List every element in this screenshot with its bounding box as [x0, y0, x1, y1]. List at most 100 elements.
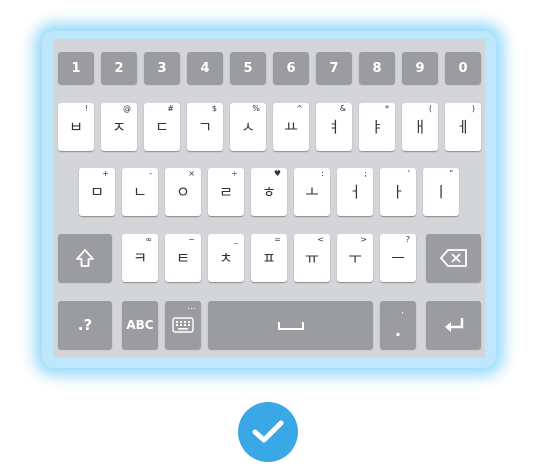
key-a[interactable]: ' ㅏ: [380, 168, 416, 216]
key-digeut[interactable]: # ㄷ: [144, 103, 180, 151]
key-sub-label: ?: [405, 235, 410, 244]
key-label: ㅎ: [262, 182, 276, 201]
key-rieul[interactable]: ÷ ㄹ: [208, 168, 244, 216]
key-sub-label: =: [274, 235, 281, 244]
key-label: 2: [114, 60, 124, 76]
key-sub-label: $: [211, 104, 217, 113]
key-label: 7: [329, 60, 339, 76]
key-sub-label: _: [234, 235, 238, 244]
enter-key[interactable]: [426, 301, 481, 349]
key-yu[interactable]: < ㅠ: [294, 234, 330, 282]
key-number-7[interactable]: 7: [316, 52, 352, 84]
key-kieuk[interactable]: ∞ ㅋ: [122, 234, 158, 282]
key-yo[interactable]: ^ ㅛ: [273, 103, 309, 151]
key-label: 1: [71, 60, 81, 76]
space-key[interactable]: [208, 301, 373, 349]
key-label: ㅇ: [176, 182, 190, 201]
key-sub-label: ...: [187, 302, 196, 312]
key-label: ㅋ: [133, 248, 147, 267]
key-chieut[interactable]: _ ㅊ: [208, 234, 244, 282]
key-pieup[interactable]: = ㅍ: [251, 234, 287, 282]
key-number-5[interactable]: 5: [230, 52, 266, 84]
key-label: 9: [415, 60, 425, 76]
key-number-8[interactable]: 8: [359, 52, 395, 84]
key-label: ㅂ: [69, 117, 83, 136]
key-sub-label: -: [149, 169, 152, 178]
key-i[interactable]: " ㅣ: [423, 168, 459, 216]
key-tieut[interactable]: ~ ㅌ: [165, 234, 201, 282]
key-e[interactable]: ) ㅔ: [445, 103, 481, 151]
enter-icon: [442, 316, 466, 334]
key-label: ㅑ: [370, 117, 384, 136]
key-label: ㅓ: [348, 182, 362, 201]
key-sub-label: ;: [364, 169, 367, 178]
key-ya[interactable]: * ㅑ: [359, 103, 395, 151]
key-number-0[interactable]: 0: [445, 52, 481, 84]
key-sub-label: !: [84, 104, 88, 113]
key-number-9[interactable]: 9: [402, 52, 438, 84]
key-label: 6: [286, 60, 296, 76]
key-sub-label: ): [471, 104, 475, 113]
key-bieup[interactable]: ! ㅂ: [58, 103, 94, 151]
key-mieum[interactable]: + ㅁ: [79, 168, 115, 216]
backspace-key[interactable]: [426, 234, 481, 282]
key-eu[interactable]: ? ㅡ: [380, 234, 416, 282]
key-label: ㅠ: [305, 248, 319, 267]
key-label: ㅔ: [456, 117, 470, 136]
key-sub-label: ×: [188, 169, 195, 178]
key-u[interactable]: > ㅜ: [337, 234, 373, 282]
key-label: 3: [157, 60, 167, 76]
key-label: ㅣ: [434, 182, 448, 201]
key-o[interactable]: :ㅗ: [294, 168, 330, 216]
key-sub-label: ÷: [231, 169, 238, 178]
key-eo[interactable]: ; ㅓ: [337, 168, 373, 216]
shift-icon: [74, 247, 96, 269]
key-label: ㄱ: [198, 117, 212, 136]
key-label: ㅏ: [391, 182, 405, 201]
key-number-6[interactable]: 6: [273, 52, 309, 84]
key-sub-label: ♥: [273, 169, 281, 178]
key-sub-label: &: [339, 104, 346, 113]
key-label: ㅈ: [112, 117, 126, 136]
key-sub-label: ~: [188, 235, 195, 244]
key-sub-label: *: [385, 104, 389, 113]
key-sub-label: <: [317, 235, 324, 244]
key-sub-label: (: [428, 104, 432, 113]
key-siot[interactable]: % ㅅ: [230, 103, 266, 151]
keyboard-settings-key[interactable]: ...: [165, 301, 201, 349]
key-sub-label: >: [360, 235, 367, 244]
key-label: .?: [77, 316, 93, 334]
key-label: ㅛ: [284, 117, 298, 136]
key-jieut[interactable]: @ ㅈ: [101, 103, 137, 151]
abc-key[interactable]: ABC: [122, 301, 158, 349]
key-label: ㅐ: [413, 117, 427, 136]
backspace-icon: [439, 248, 469, 268]
key-nieun[interactable]: -ㄴ: [122, 168, 158, 216]
key-sub-label: ,: [401, 306, 404, 316]
key-sub-label: #: [167, 104, 174, 113]
key-number-3[interactable]: 3: [144, 52, 180, 84]
key-number-2[interactable]: 2: [101, 52, 137, 84]
key-sub-label: ": [449, 169, 453, 178]
key-ieung[interactable]: × ㅇ: [165, 168, 201, 216]
key-ae[interactable]: (ㅐ: [402, 103, 438, 151]
symbols-key[interactable]: .?: [58, 301, 112, 349]
key-label: ㅜ: [348, 248, 362, 267]
key-label: 4: [200, 60, 210, 76]
korean-keyboard: 1 2 3 4 5 6 7 8 9 0 ! ㅂ @ ㅈ # ㄷ $ ㄱ % ㅅ ^ ㅛ & ㅕ…: [53, 39, 485, 357]
key-sub-label: @: [123, 104, 131, 113]
key-number-4[interactable]: 4: [187, 52, 223, 84]
keyboard-icon: [172, 317, 194, 333]
key-label: ㅍ: [262, 248, 276, 267]
key-label: ㅗ: [305, 182, 319, 201]
key-yeo[interactable]: & ㅕ: [316, 103, 352, 151]
period-key[interactable]: , .: [380, 301, 416, 349]
key-label: 5: [243, 60, 253, 76]
space-icon: [277, 319, 305, 331]
key-number-1[interactable]: 1: [58, 52, 94, 84]
key-giyeok[interactable]: $ ㄱ: [187, 103, 223, 151]
key-label: ㅊ: [219, 248, 233, 267]
key-label: ㅅ: [241, 117, 255, 136]
key-hieut[interactable]: ♥ ㅎ: [251, 168, 287, 216]
shift-key[interactable]: [58, 234, 112, 282]
